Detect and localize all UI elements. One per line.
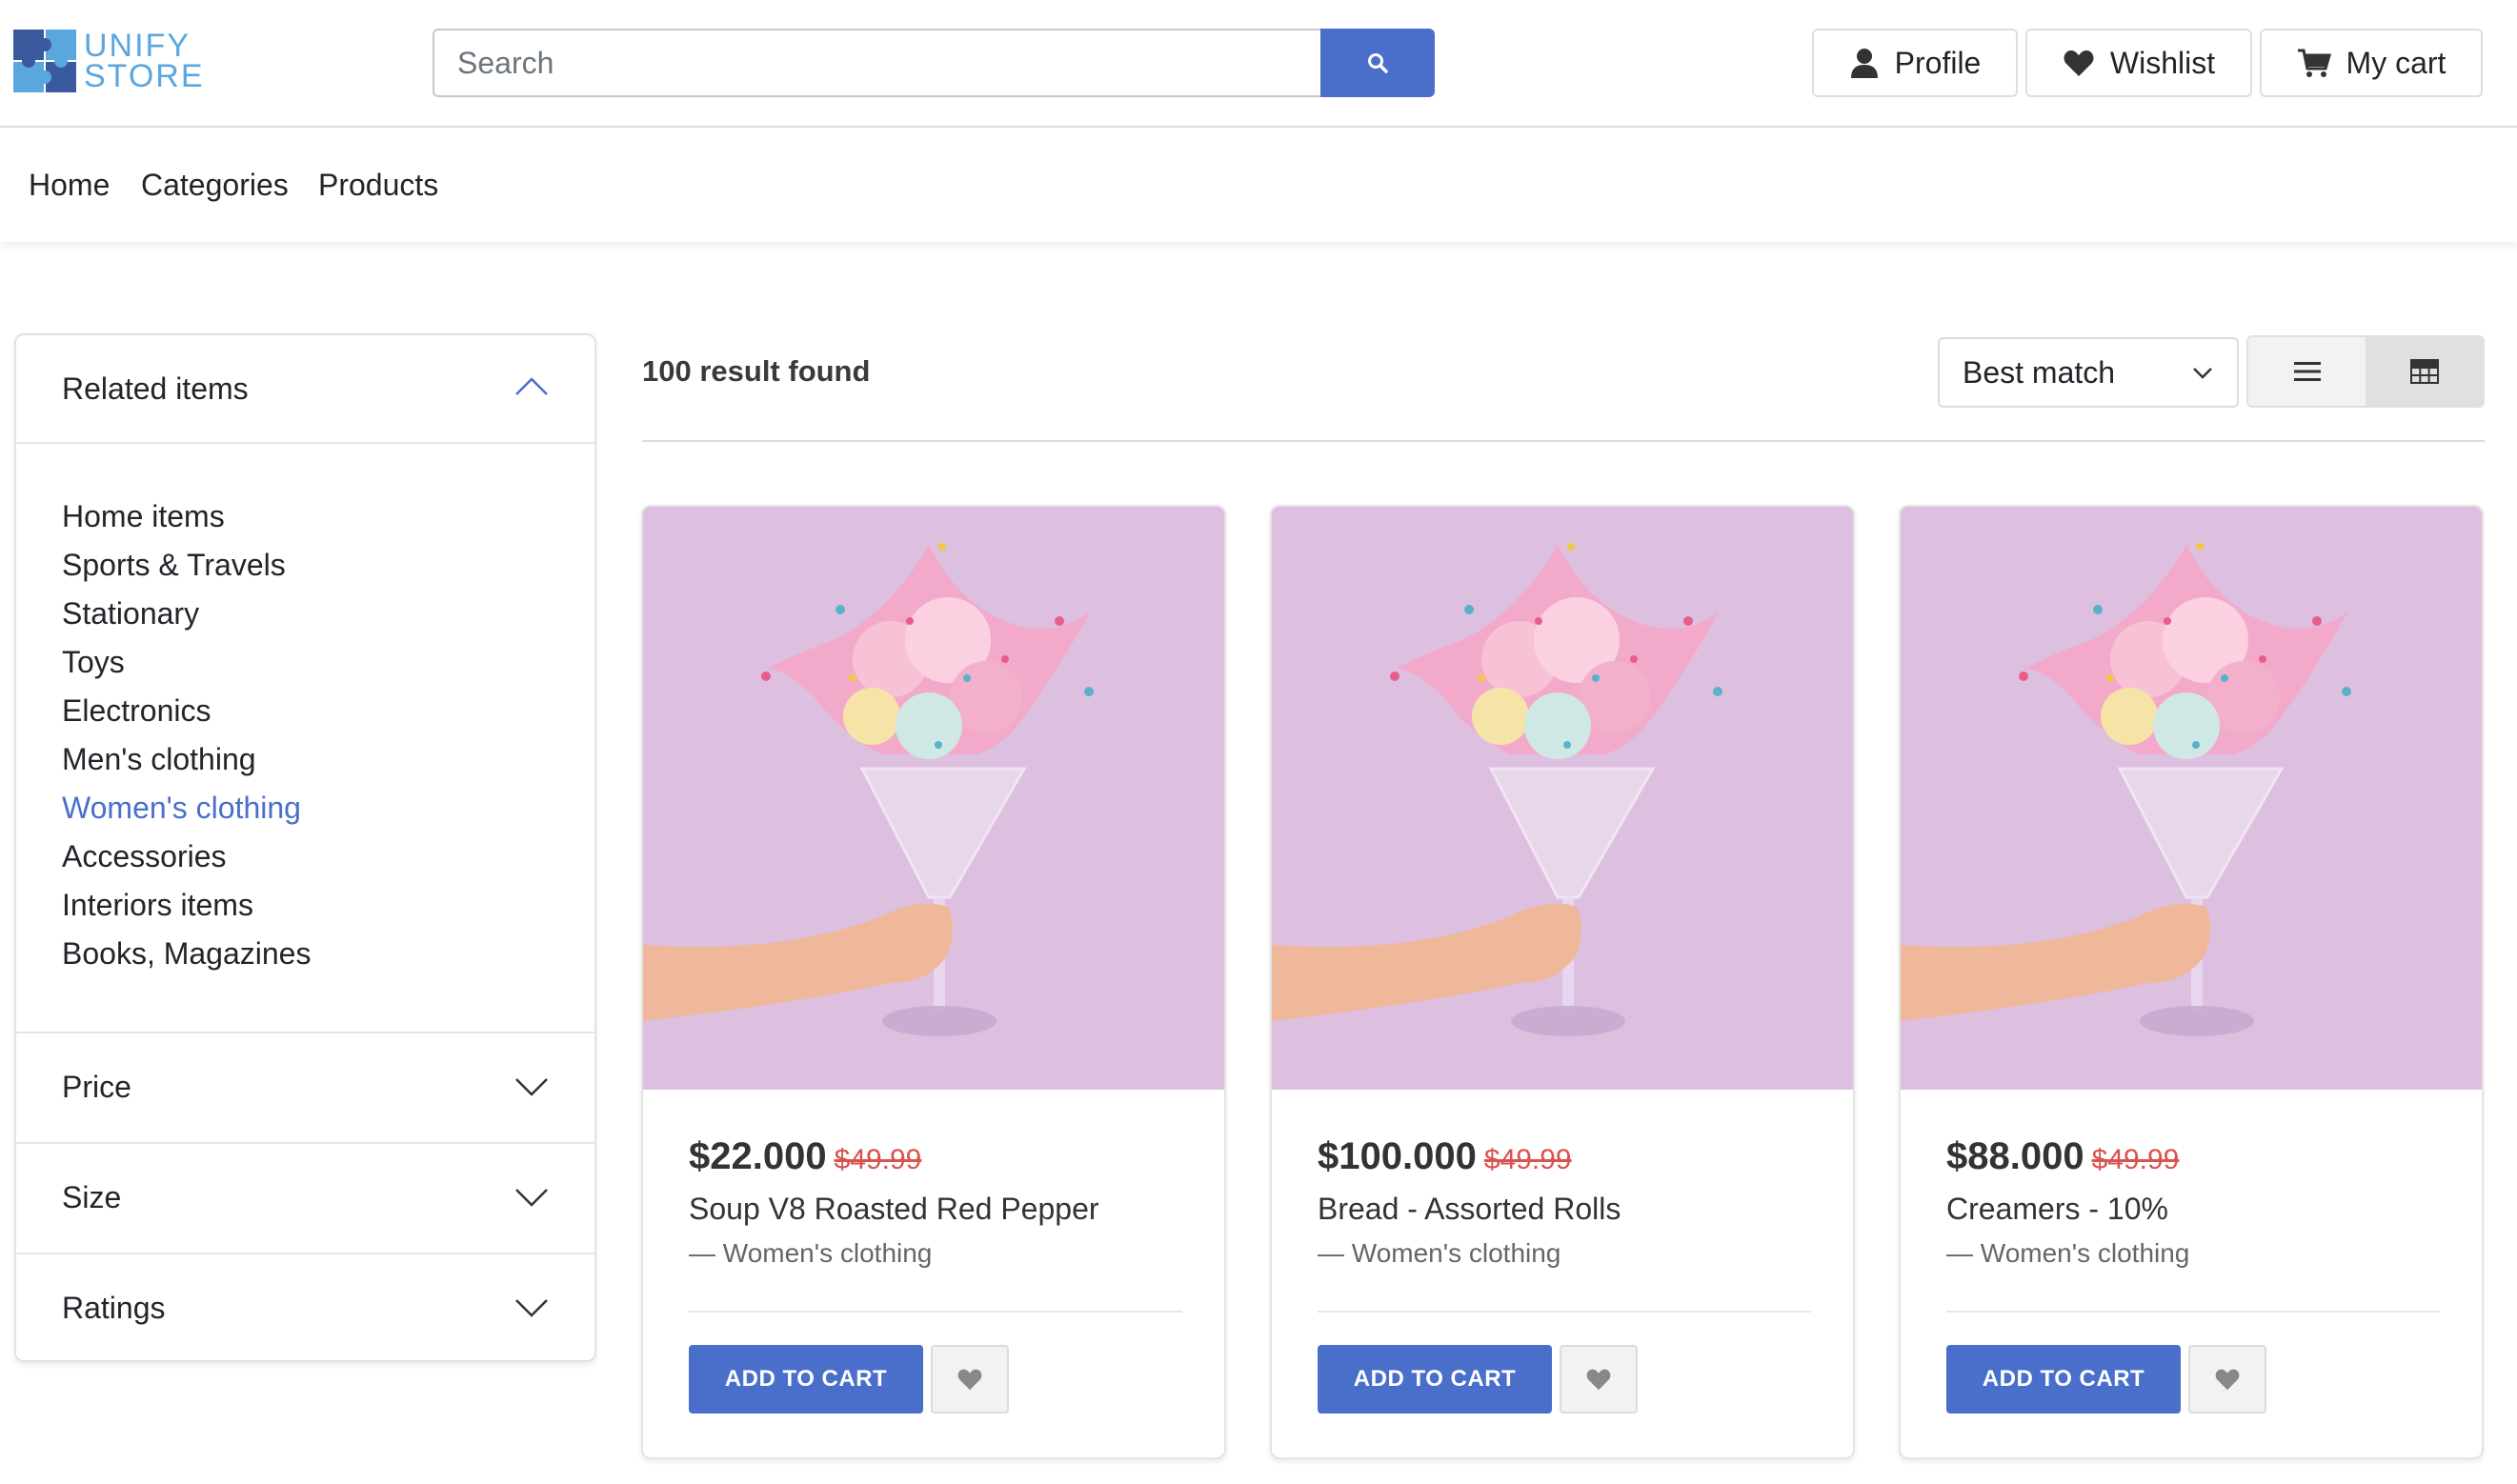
wishlist-button[interactable]: Wishlist bbox=[2025, 29, 2252, 97]
view-toggle bbox=[2246, 335, 2485, 408]
filter-price[interactable]: Price bbox=[16, 1033, 594, 1144]
add-to-cart-button[interactable]: ADD TO CART bbox=[1946, 1345, 2181, 1414]
filter-ratings[interactable]: Ratings bbox=[16, 1254, 594, 1360]
category-mens-clothing[interactable]: Men's clothing bbox=[16, 740, 594, 789]
search-bar bbox=[433, 29, 1435, 97]
related-items-title: Related items bbox=[62, 371, 249, 406]
nav-products[interactable]: Products bbox=[318, 168, 438, 203]
list-icon bbox=[2293, 362, 2321, 381]
card-divider bbox=[1318, 1311, 1811, 1313]
product-card[interactable]: $100.000 $49.99 Bread - Assorted Rolls —… bbox=[1270, 505, 1855, 1459]
heart-icon bbox=[2215, 1369, 2240, 1391]
product-name[interactable]: Bread - Assorted Rolls bbox=[1318, 1192, 1811, 1227]
chevron-down-icon bbox=[515, 1299, 548, 1317]
main-nav: Home Categories Products bbox=[0, 130, 2517, 242]
card-divider bbox=[1946, 1311, 2440, 1313]
product-name[interactable]: Soup V8 Roasted Red Pepper bbox=[689, 1192, 1182, 1227]
profile-button[interactable]: Profile bbox=[1812, 29, 2018, 97]
brand-line2: STORE bbox=[84, 58, 205, 94]
related-items-list: Home items Sports & Travels Stationary T… bbox=[16, 444, 594, 1033]
product-price: $100.000 bbox=[1318, 1135, 1477, 1177]
search-icon bbox=[1368, 53, 1388, 73]
category-books-magazines[interactable]: Books, Magazines bbox=[16, 934, 594, 983]
product-price: $88.000 bbox=[1946, 1135, 2084, 1177]
grid-icon bbox=[2409, 359, 2439, 384]
add-to-cart-button[interactable]: ADD TO CART bbox=[689, 1345, 923, 1414]
category-stationary[interactable]: Stationary bbox=[16, 594, 594, 643]
related-items-header[interactable]: Related items bbox=[16, 335, 594, 444]
card-divider bbox=[689, 1311, 1182, 1313]
category-toys[interactable]: Toys bbox=[16, 643, 594, 692]
result-count: 100 result found bbox=[642, 354, 871, 388]
heart-icon bbox=[2064, 50, 2094, 76]
cart-button[interactable]: My cart bbox=[2260, 29, 2483, 97]
price-row: $22.000 $49.99 bbox=[689, 1135, 1182, 1178]
product-category: — Women's clothing bbox=[1946, 1238, 2190, 1268]
product-image[interactable] bbox=[1901, 507, 2482, 1090]
filter-size-label: Size bbox=[62, 1180, 122, 1214]
cocktail-sprinkles-image bbox=[1272, 543, 1722, 1036]
product-details: $22.000 $49.99 Soup V8 Roasted Red Peppe… bbox=[689, 1135, 1182, 1269]
cocktail-sprinkles-image bbox=[643, 543, 1094, 1036]
product-image[interactable] bbox=[643, 507, 1224, 1090]
product-old-price: $49.99 bbox=[834, 1144, 922, 1175]
category-womens-clothing[interactable]: Women's clothing bbox=[16, 789, 594, 837]
filter-size[interactable]: Size bbox=[16, 1144, 594, 1254]
chevron-down-icon bbox=[515, 1078, 548, 1096]
nav-categories[interactable]: Categories bbox=[141, 168, 289, 203]
product-image[interactable] bbox=[1272, 507, 1853, 1090]
brand-line1: UNIFY bbox=[84, 28, 191, 64]
results-divider bbox=[642, 440, 2485, 442]
brand-name: UNIFY STORE bbox=[84, 28, 205, 94]
chevron-down-icon bbox=[2193, 368, 2212, 379]
price-row: $100.000 $49.99 bbox=[1318, 1135, 1811, 1178]
category-electronics[interactable]: Electronics bbox=[16, 692, 594, 740]
product-details: $88.000 $49.99 Creamers - 10% — Women's … bbox=[1946, 1135, 2440, 1269]
cocktail-sprinkles-image bbox=[1901, 543, 2351, 1036]
category-interiors-items[interactable]: Interiors items bbox=[16, 886, 594, 934]
puzzle-logo-icon bbox=[13, 30, 76, 92]
product-card[interactable]: $88.000 $49.99 Creamers - 10% — Women's … bbox=[1899, 505, 2484, 1459]
add-to-wishlist-button[interactable] bbox=[1560, 1345, 1638, 1414]
profile-label: Profile bbox=[1894, 45, 1982, 80]
user-icon bbox=[1850, 49, 1878, 78]
header: UNIFY STORE Profile Wishlist bbox=[0, 0, 2517, 128]
product-category: — Women's clothing bbox=[689, 1238, 933, 1268]
search-button[interactable] bbox=[1320, 29, 1435, 97]
category-accessories[interactable]: Accessories bbox=[16, 837, 594, 886]
heart-icon bbox=[1586, 1369, 1611, 1391]
sort-select[interactable]: Best match bbox=[1938, 337, 2239, 408]
filter-ratings-label: Ratings bbox=[62, 1291, 166, 1325]
filter-price-label: Price bbox=[62, 1070, 131, 1104]
add-to-wishlist-button[interactable] bbox=[931, 1345, 1009, 1414]
product-old-price: $49.99 bbox=[1483, 1144, 1572, 1175]
product-details: $100.000 $49.99 Bread - Assorted Rolls —… bbox=[1318, 1135, 1811, 1269]
product-price: $22.000 bbox=[689, 1135, 827, 1177]
product-card[interactable]: $22.000 $49.99 Soup V8 Roasted Red Peppe… bbox=[641, 505, 1226, 1459]
add-to-cart-button[interactable]: ADD TO CART bbox=[1318, 1345, 1552, 1414]
search-input[interactable] bbox=[433, 29, 1320, 97]
cart-icon bbox=[2297, 49, 2331, 77]
nav-home[interactable]: Home bbox=[29, 168, 110, 203]
chevron-up-icon bbox=[515, 377, 548, 395]
product-name[interactable]: Creamers - 10% bbox=[1946, 1192, 2440, 1227]
chevron-down-icon bbox=[515, 1189, 548, 1207]
price-row: $88.000 $49.99 bbox=[1946, 1135, 2440, 1178]
product-old-price: $49.99 bbox=[2091, 1144, 2180, 1175]
product-category: — Women's clothing bbox=[1318, 1238, 1561, 1268]
grid-view-button[interactable] bbox=[2366, 337, 2483, 406]
heart-icon bbox=[957, 1369, 982, 1391]
category-home-items[interactable]: Home items bbox=[16, 497, 594, 546]
category-sports-travels[interactable]: Sports & Travels bbox=[16, 546, 594, 594]
add-to-wishlist-button[interactable] bbox=[2188, 1345, 2266, 1414]
wishlist-label: Wishlist bbox=[2109, 45, 2216, 80]
list-view-button[interactable] bbox=[2248, 337, 2366, 406]
cart-label: My cart bbox=[2346, 45, 2447, 80]
filter-sidebar: Related items Home items Sports & Travel… bbox=[14, 333, 596, 1362]
sort-value: Best match bbox=[1963, 354, 2116, 390]
brand-logo[interactable]: UNIFY STORE bbox=[11, 27, 205, 95]
